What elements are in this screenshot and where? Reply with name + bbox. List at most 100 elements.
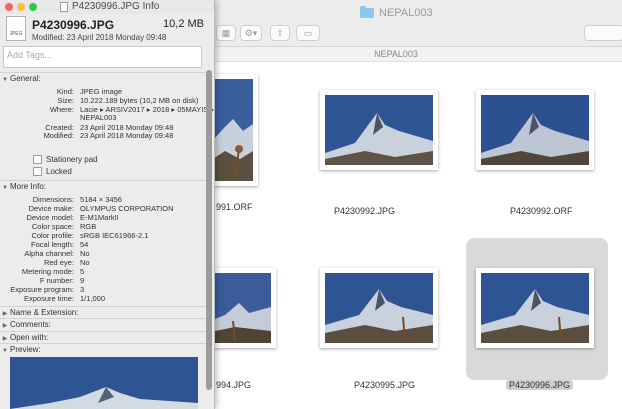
mountain-photo (481, 273, 589, 343)
meta-value: E-M1MarkII (80, 213, 119, 222)
meta-key: Color profile: (31, 231, 74, 240)
path-title: NEPAL003 (374, 49, 418, 59)
file-thumbnail[interactable] (476, 90, 594, 170)
name-extension-heading: Name & Extension: (10, 308, 79, 317)
file-item[interactable]: P4230992.ORF (474, 88, 599, 218)
general-section-header[interactable]: ▼ General: (0, 72, 206, 85)
preview-heading: Preview: (10, 345, 41, 354)
minimize-button[interactable] (17, 3, 25, 11)
locked-checkbox[interactable]: Locked (33, 167, 72, 176)
stationery-pad-label: Stationery pad (46, 155, 98, 164)
file-item[interactable]: P4230995.JPG (318, 262, 438, 392)
tag-icon: ▭ (303, 27, 313, 38)
meta-key: F number: (39, 276, 74, 285)
file-name-label: P4230992.ORF (510, 206, 573, 216)
meta-value: RGB (80, 222, 97, 231)
meta-key: Dimensions: (32, 195, 74, 204)
open-with-heading: Open with: (10, 333, 49, 342)
zoom-button[interactable] (29, 3, 37, 11)
document-icon (60, 1, 68, 12)
meta-key: Focal length: (31, 240, 74, 249)
gear-icon: ⚙▾ (244, 27, 258, 38)
close-button[interactable] (5, 3, 13, 11)
file-item-selected[interactable]: P4230996.JPG (474, 262, 599, 392)
general-key: Kind: (56, 87, 74, 96)
file-item[interactable]: P4230992.JPG (318, 88, 438, 218)
mountain-photo (481, 95, 589, 165)
disclosure-open-icon[interactable]: ▼ (0, 345, 10, 357)
meta-key: Metering mode: (21, 267, 74, 276)
comments-section-header[interactable]: ▶ Comments: (0, 318, 206, 331)
file-name-label: 994.JPG (216, 380, 252, 390)
file-size: 10,2 MB (163, 18, 204, 30)
folder-icon (360, 6, 374, 18)
info-window-title: P4230996.JPG Info (60, 1, 159, 12)
file-name-label: P4230992.JPG (334, 206, 396, 216)
general-key: Size: (57, 96, 74, 105)
file-name-label: P4230996.JPG (506, 380, 574, 390)
general-heading: General: (10, 74, 41, 83)
finder-window-title: NEPAL003 (360, 6, 433, 19)
more-info-section-header[interactable]: ▼ More Info: (0, 180, 206, 193)
share-button[interactable]: ⇧ (270, 25, 290, 41)
meta-key: Red eye: (43, 258, 74, 267)
general-key: Modified: (43, 131, 74, 140)
meta-key: Color space: (31, 222, 74, 231)
file-name-label: P4230995.JPG (354, 380, 416, 390)
meta-key: Exposure program: (10, 285, 74, 294)
mountain-photo (325, 95, 433, 165)
jpeg-file-icon: JPEG (6, 16, 26, 41)
general-value: NEPAL003 (80, 113, 117, 122)
finder-title-text: NEPAL003 (379, 7, 433, 19)
meta-key: Device model: (26, 213, 74, 222)
comments-heading: Comments: (10, 320, 51, 329)
file-thumbnail[interactable] (476, 268, 594, 348)
file-name: P4230996.JPG (32, 18, 115, 32)
meta-key: Exposure time: (23, 294, 74, 303)
file-icon-label: JPEG (9, 31, 23, 37)
more-info-heading: More Info: (10, 182, 47, 191)
meta-value: 3 (80, 285, 85, 294)
add-tags-field[interactable]: Add Tags... (3, 46, 202, 68)
tags-button[interactable]: ▭ (296, 25, 320, 41)
general-value: 10.222.189 bytes (10,2 MB on disk) (80, 96, 199, 105)
info-header: JPEG P4230996.JPG 10,2 MB Modified: 23 A… (0, 14, 214, 44)
file-thumbnail[interactable] (320, 268, 438, 348)
meta-key: Device make: (28, 204, 74, 213)
info-titlebar: P4230996.JPG Info (0, 0, 214, 14)
general-value: JPEG image (80, 87, 123, 96)
action-gear-button[interactable]: ⚙▾ (240, 25, 262, 41)
share-icon: ⇧ (276, 27, 284, 38)
preview-image (10, 357, 198, 409)
meta-value: 54 (80, 240, 89, 249)
meta-value: 5184 × 3456 (80, 195, 122, 204)
disclosure-open-icon[interactable]: ▼ (0, 182, 10, 194)
info-title-text: P4230996.JPG Info (72, 1, 160, 12)
meta-value: 1/1,000 (80, 294, 106, 303)
tags-placeholder: Add Tags... (7, 50, 52, 60)
search-field[interactable] (584, 25, 622, 41)
checkbox-box[interactable] (33, 155, 42, 164)
file-thumbnail[interactable] (320, 90, 438, 170)
meta-key: Alpha channel: (24, 249, 74, 258)
file-modified: Modified: 23 April 2018 Monday 09:48 (32, 33, 167, 42)
meta-value: No (80, 258, 90, 267)
stationery-pad-checkbox[interactable]: Stationery pad (33, 155, 98, 164)
general-value: 23 April 2018 Monday 09:48 (80, 131, 174, 140)
locked-label: Locked (46, 167, 72, 176)
mountain-photo (325, 273, 433, 343)
checkbox-box[interactable] (33, 167, 42, 176)
desktop: NEPAL003 ▦ ⚙▾ ⇧ ▭ NEPAL003 991.ORF P4230… (0, 0, 622, 409)
general-key: Where: (49, 105, 74, 114)
preview-section-header[interactable]: ▼ Preview: (0, 343, 206, 356)
meta-value: 9 (80, 276, 85, 285)
meta-value: OLYMPUS CORPORATION (80, 204, 174, 213)
meta-value: 5 (80, 267, 85, 276)
meta-value: sRGB IEC61966-2.1 (80, 231, 149, 240)
meta-value: No (80, 249, 90, 258)
get-info-window: P4230996.JPG Info JPEG P4230996.JPG 10,2… (0, 0, 215, 409)
info-scrollbar[interactable] (206, 70, 212, 390)
disclosure-open-icon[interactable]: ▼ (0, 74, 10, 86)
group-button[interactable]: ▦ (216, 25, 236, 41)
file-name-label: 991.ORF (216, 202, 253, 212)
